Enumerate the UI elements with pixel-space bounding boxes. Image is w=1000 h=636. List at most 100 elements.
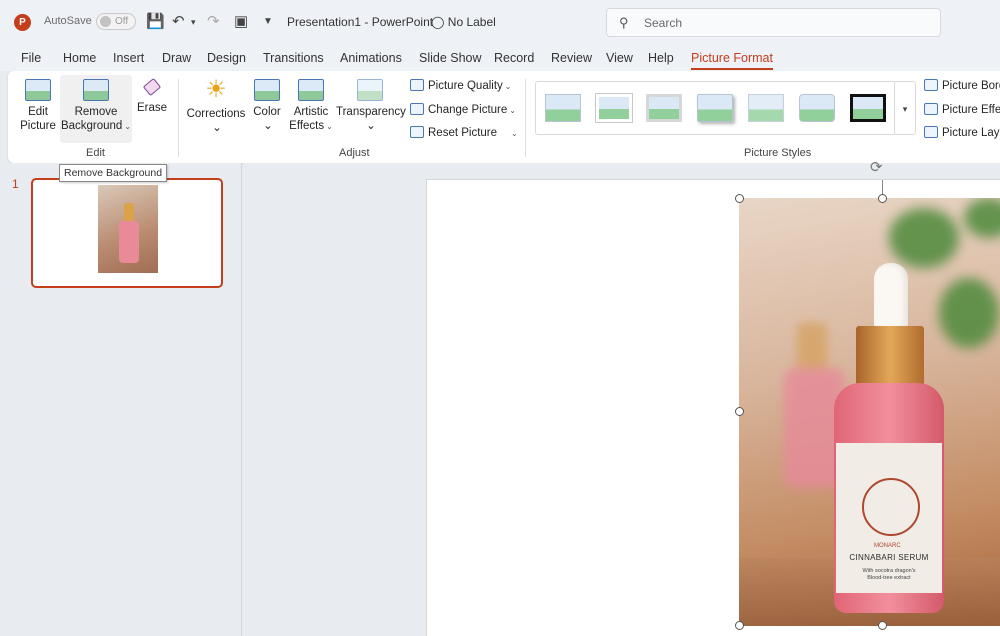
tab-draw[interactable]: Draw bbox=[162, 51, 191, 65]
picture-quality-button[interactable]: Picture Quality ⌄ bbox=[410, 79, 511, 99]
picture-layout-icon bbox=[924, 126, 938, 138]
tab-transitions[interactable]: Transitions bbox=[263, 51, 324, 65]
undo-icon[interactable]: ↶ bbox=[172, 13, 185, 31]
eraser-icon bbox=[142, 77, 162, 97]
product-name: CINNABARI SERUM bbox=[849, 553, 929, 562]
erase-button[interactable]: Erase bbox=[134, 75, 170, 143]
chevron-down-icon: ⌄ bbox=[212, 122, 222, 134]
tab-animations[interactable]: Animations bbox=[340, 51, 402, 65]
product-photo[interactable]: MONARC CINNABARI SERUM With socotra drag… bbox=[739, 198, 1000, 626]
change-picture-button[interactable]: Change Picture ⌄ bbox=[410, 103, 516, 123]
tab-help[interactable]: Help bbox=[648, 51, 674, 65]
toggle-knob bbox=[100, 16, 111, 27]
picture-style-thumb[interactable] bbox=[799, 94, 835, 122]
thumbnail-bottle bbox=[119, 221, 139, 263]
undo-dropdown-icon[interactable]: ▾ bbox=[191, 13, 196, 31]
picture-style-thumb[interactable] bbox=[595, 93, 633, 123]
chevron-down-icon: ⌄ bbox=[326, 122, 333, 131]
document-title: Presentation1 - PowerPoint bbox=[287, 15, 434, 29]
picture-style-thumb[interactable] bbox=[697, 94, 733, 122]
resize-handle-left[interactable] bbox=[735, 407, 744, 416]
slide[interactable]: ⟳ MONARC CINNABARI SERUM With socotra dr… bbox=[426, 159, 1000, 636]
picture-border-button[interactable]: Picture Bord bbox=[924, 79, 1000, 99]
chevron-down-icon: ⌄ bbox=[509, 106, 516, 115]
resize-handle-top[interactable] bbox=[878, 194, 887, 203]
resize-handle-top-left[interactable] bbox=[735, 194, 744, 203]
picture-style-thumb[interactable] bbox=[545, 94, 581, 122]
picture-quality-icon bbox=[410, 79, 424, 91]
picture-effects-button[interactable]: Picture Effe bbox=[924, 103, 1000, 123]
reset-picture-button[interactable]: Reset Picture ⌄ bbox=[410, 126, 518, 146]
reset-picture-icon bbox=[410, 126, 424, 138]
edit-picture-button[interactable]: Edit Picture bbox=[14, 75, 62, 143]
tab-design[interactable]: Design bbox=[207, 51, 246, 65]
slide-thumbnail[interactable] bbox=[31, 178, 223, 288]
tab-record[interactable]: Record bbox=[494, 51, 534, 65]
sun-icon: ☀ bbox=[205, 76, 227, 103]
color-icon bbox=[254, 79, 280, 101]
artistic-effects-button[interactable]: Artistic Effects ⌄ bbox=[288, 75, 334, 143]
brand-emblem bbox=[862, 478, 920, 536]
customize-toolbar-icon[interactable]: ▼ bbox=[263, 13, 273, 31]
autosave-label: AutoSave bbox=[44, 15, 92, 27]
resize-handle-bottom[interactable] bbox=[878, 621, 887, 630]
tab-picture-format[interactable]: Picture Format bbox=[691, 51, 773, 70]
slide-canvas: ⟳ MONARC CINNABARI SERUM With socotra dr… bbox=[243, 159, 1000, 636]
search-icon: ⚲ bbox=[619, 15, 629, 30]
chevron-down-icon: ⌄ bbox=[504, 82, 512, 91]
thumbnail-photo bbox=[98, 185, 158, 273]
tab-file[interactable]: File bbox=[21, 51, 41, 65]
redo-icon[interactable]: ↷ bbox=[207, 13, 220, 31]
picture-style-thumb[interactable] bbox=[748, 94, 784, 122]
tab-insert[interactable]: Insert bbox=[113, 51, 144, 65]
change-picture-icon bbox=[410, 103, 424, 115]
picture-style-thumb[interactable] bbox=[850, 94, 886, 122]
background-leaf bbox=[964, 198, 1000, 238]
chevron-down-icon: ⌄ bbox=[366, 120, 376, 132]
title-bar: P AutoSave Off 💾 ↶ ▾ ↷ ▣ ▼ Presentation1… bbox=[0, 0, 1000, 44]
chevron-down-icon: ⌄ bbox=[124, 122, 132, 131]
group-label-picture-styles: Picture Styles bbox=[744, 147, 812, 159]
blurred-bottle-cap bbox=[797, 323, 827, 373]
ribbon: Edit Picture Remove Background ⌄ Erase Ed… bbox=[8, 71, 1000, 163]
brand-name: MONARC bbox=[874, 543, 901, 549]
remove-background-button[interactable]: Remove Background ⌄ bbox=[60, 75, 132, 143]
tab-home[interactable]: Home bbox=[63, 51, 96, 65]
search-placeholder: Search bbox=[644, 16, 683, 30]
group-divider bbox=[525, 79, 526, 157]
thumbnail-bottle-cap bbox=[124, 203, 134, 221]
transparency-button[interactable]: Transparency ⌄ bbox=[336, 75, 406, 143]
tab-slide-show[interactable]: Slide Show bbox=[419, 51, 482, 65]
chevron-down-icon: ⌄ bbox=[263, 120, 273, 132]
tab-review[interactable]: Review bbox=[551, 51, 592, 65]
picture-layout-button[interactable]: Picture Layo bbox=[924, 126, 1000, 146]
picture-effects-icon bbox=[924, 103, 938, 115]
product-subtitle: With socotra dragon's Blood-tree extract bbox=[862, 568, 916, 581]
background-leaf bbox=[939, 278, 999, 348]
group-label-adjust: Adjust bbox=[339, 147, 370, 159]
resize-handle-bottom-left[interactable] bbox=[735, 621, 744, 630]
tab-view[interactable]: View bbox=[606, 51, 633, 65]
sensitivity-label[interactable]: ◯ No Label bbox=[431, 15, 496, 29]
picture-styles-gallery bbox=[535, 81, 897, 135]
save-icon[interactable]: 💾 bbox=[146, 13, 165, 31]
search-box[interactable]: ⚲ Search bbox=[606, 8, 941, 37]
bottle-collar bbox=[856, 326, 924, 386]
slide-number: 1 bbox=[12, 177, 19, 191]
sensitivity-label-text: No Label bbox=[447, 15, 496, 29]
present-icon[interactable]: ▣ bbox=[234, 13, 248, 31]
color-button[interactable]: Color ⌄ bbox=[250, 75, 284, 143]
autosave-state: Off bbox=[115, 16, 129, 27]
edit-picture-icon bbox=[25, 79, 51, 101]
picture-border-icon bbox=[924, 79, 938, 91]
more-styles-icon[interactable]: ▾ bbox=[894, 81, 916, 135]
corrections-button[interactable]: ☀ Corrections ⌄ bbox=[186, 75, 246, 143]
background-leaf bbox=[889, 208, 959, 268]
remove-background-icon bbox=[83, 79, 109, 101]
rotate-handle-icon[interactable]: ⟳ bbox=[870, 158, 883, 176]
tooltip: Remove Background bbox=[59, 164, 168, 182]
picture-style-thumb[interactable] bbox=[646, 94, 682, 122]
ribbon-tabs: File Home Insert Draw Design Transitions… bbox=[0, 44, 1000, 71]
autosave-toggle[interactable]: Off bbox=[96, 13, 136, 30]
group-divider bbox=[178, 79, 179, 157]
